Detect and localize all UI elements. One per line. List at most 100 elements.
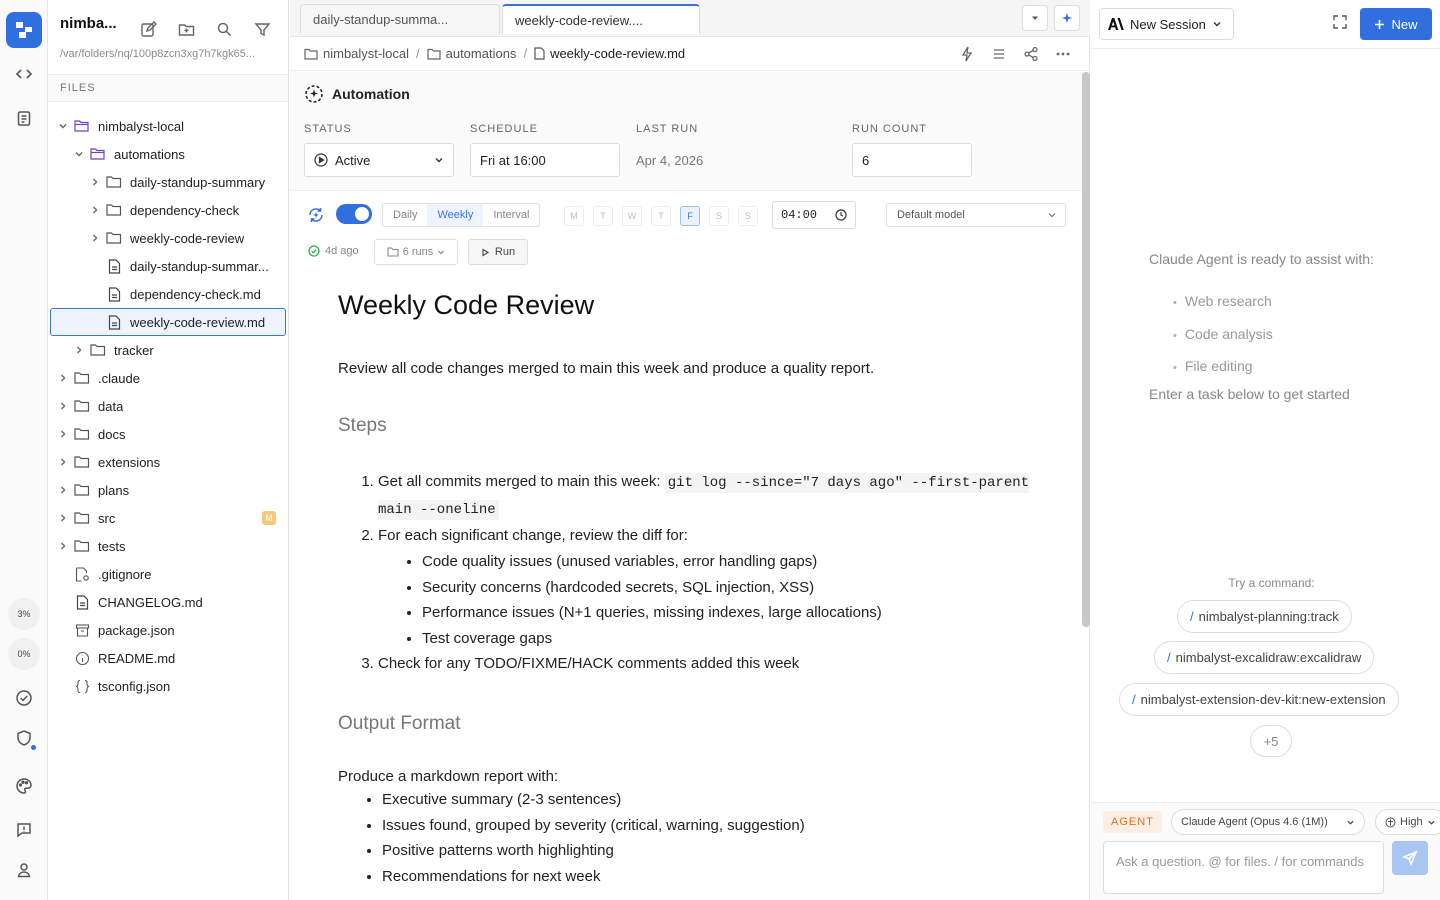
day-wednesday[interactable]: W — [622, 206, 642, 226]
outline-list-icon[interactable] — [989, 45, 1009, 63]
breadcrumb-folder[interactable]: automations — [446, 46, 517, 61]
file-tree-item[interactable]: README.md — [48, 644, 288, 672]
new-session-button[interactable]: New — [1360, 8, 1432, 40]
day-monday[interactable]: M — [564, 206, 584, 226]
day-selector: M T W T F S S — [564, 206, 758, 226]
search-icon[interactable] — [212, 18, 236, 40]
chevron-right-icon[interactable] — [56, 511, 70, 525]
chevron-right-icon[interactable] — [56, 427, 70, 441]
file-tree-item[interactable]: package.json — [48, 616, 288, 644]
last-run-label: LAST RUN — [636, 123, 699, 135]
status-select[interactable]: Active — [304, 143, 454, 177]
more-commands-button[interactable]: +5 — [1250, 725, 1292, 757]
anthropic-logo-icon — [1108, 18, 1124, 30]
filter-icon[interactable] — [250, 18, 274, 40]
automation-enabled-toggle[interactable] — [336, 204, 372, 224]
day-thursday[interactable]: T — [651, 206, 671, 226]
run-count-field[interactable]: 6 — [852, 143, 972, 177]
palette-icon[interactable] — [12, 774, 36, 798]
sync-icon[interactable] — [306, 205, 326, 225]
command-chip-planning[interactable]: / nimbalyst-planning:track — [1177, 600, 1352, 633]
code-icon[interactable] — [12, 62, 36, 86]
command-chip-excalidraw[interactable]: / nimbalyst-excalidraw:excalidraw — [1154, 641, 1375, 674]
session-selector[interactable]: New Session — [1099, 8, 1234, 40]
file-tree-item-label: weekly-code-review — [130, 230, 245, 246]
chevron-right-icon[interactable] — [56, 371, 70, 385]
file-tree-item[interactable]: data — [48, 392, 288, 420]
progress-ring-2[interactable]: 0% — [8, 638, 40, 670]
file-tree-item[interactable]: daily-standup-summar... — [48, 252, 288, 280]
breadcrumb-root[interactable]: nimbalyst-local — [323, 46, 409, 61]
lightning-icon[interactable] — [957, 45, 977, 63]
file-tree-item[interactable]: tracker — [48, 336, 288, 364]
file-tree-item[interactable]: tsconfig.json — [48, 672, 288, 700]
file-tree-item[interactable]: dependency-check — [48, 196, 288, 224]
chevron-down-icon[interactable] — [72, 147, 86, 161]
effort-select[interactable]: High — [1375, 809, 1440, 835]
day-sunday[interactable]: S — [738, 206, 758, 226]
tab-weekly-code-review[interactable]: weekly-code-review.... — [502, 4, 700, 34]
file-tree-item[interactable]: plans — [48, 476, 288, 504]
chevron-right-icon[interactable] — [88, 175, 102, 189]
chevron-right-icon[interactable] — [56, 483, 70, 497]
new-file-icon[interactable] — [136, 18, 160, 40]
file-tree-item[interactable]: weekly-code-review.md — [50, 308, 286, 336]
file-tree-item[interactable]: tests — [48, 532, 288, 560]
more-options-icon[interactable] — [1053, 45, 1073, 63]
day-friday[interactable]: F — [680, 206, 700, 226]
model-select[interactable]: Default model — [886, 203, 1066, 227]
app-logo-icon[interactable] — [6, 12, 42, 48]
file-tree-item[interactable]: src M — [48, 504, 288, 532]
chevron-right-icon[interactable] — [88, 231, 102, 245]
schedule-field[interactable]: Fri at 16:00 — [470, 143, 620, 177]
file-tree-item[interactable]: dependency-check.md — [48, 280, 288, 308]
clipboard-icon[interactable] — [12, 106, 36, 130]
runs-history-dropdown[interactable]: 6 runs — [374, 239, 458, 265]
check-circle-icon[interactable] — [12, 686, 36, 710]
feedback-icon[interactable] — [12, 818, 36, 842]
day-tuesday[interactable]: T — [593, 206, 613, 226]
frequency-interval[interactable]: Interval — [483, 204, 539, 226]
chevron-down-icon[interactable] — [56, 119, 70, 133]
chevron-right-icon[interactable] — [88, 203, 102, 217]
activity-rail: 3% 0% — [0, 0, 48, 900]
info-icon — [74, 650, 90, 666]
share-icon[interactable] — [1021, 45, 1041, 63]
tab-list-dropdown[interactable] — [1022, 5, 1048, 31]
editor-scrollbar[interactable] — [1082, 72, 1090, 627]
chevron-right-icon[interactable] — [56, 539, 70, 553]
breadcrumb-file[interactable]: weekly-code-review.md — [550, 46, 685, 61]
tab-daily-standup-summary[interactable]: daily-standup-summa... — [300, 4, 500, 34]
frequency-daily[interactable]: Daily — [383, 204, 427, 226]
agent-prompt-input[interactable]: Ask a question. @ for files. / for comma… — [1103, 841, 1384, 894]
new-folder-icon[interactable] — [174, 18, 198, 40]
run-button[interactable]: Run — [468, 239, 528, 265]
command-chip-extension-dev-kit[interactable]: / nimbalyst-extension-dev-kit:new-extens… — [1119, 683, 1399, 716]
chevron-right-icon[interactable] — [56, 399, 70, 413]
user-icon[interactable] — [12, 858, 36, 882]
agent-model-select[interactable]: Claude Agent (Opus 4.6 (1M)) — [1171, 809, 1365, 835]
send-button[interactable] — [1392, 841, 1428, 875]
day-saturday[interactable]: S — [709, 206, 729, 226]
chevron-right-icon[interactable] — [72, 343, 86, 357]
expand-icon[interactable] — [1333, 15, 1347, 29]
file-tree-item[interactable]: weekly-code-review — [48, 224, 288, 252]
chevron-right-icon[interactable] — [56, 455, 70, 469]
file-tree-item[interactable]: extensions — [48, 448, 288, 476]
progress-ring-1[interactable]: 3% — [8, 598, 40, 630]
file-tree-item[interactable]: .gitignore — [48, 560, 288, 588]
file-tree-item[interactable]: daily-standup-summary — [48, 168, 288, 196]
file-tree-item[interactable]: .claude — [48, 364, 288, 392]
schedule-label: SCHEDULE — [470, 123, 538, 135]
workspace-title[interactable]: nimba... — [60, 15, 117, 32]
file-tree-item[interactable]: automations — [48, 140, 288, 168]
ai-sparkle-button[interactable] — [1054, 5, 1080, 31]
frequency-weekly[interactable]: Weekly — [427, 204, 484, 226]
file-tree-item[interactable]: docs — [48, 420, 288, 448]
file-tree-item-label: nimbalyst-local — [98, 118, 184, 134]
file-tree-item[interactable]: CHANGELOG.md — [48, 588, 288, 616]
command-label: nimbalyst-excalidraw:excalidraw — [1175, 650, 1362, 665]
mode-badge[interactable]: AGENT — [1103, 811, 1162, 833]
time-input[interactable]: 04:00 — [772, 201, 856, 229]
file-tree-item[interactable]: nimbalyst-local — [48, 112, 288, 140]
